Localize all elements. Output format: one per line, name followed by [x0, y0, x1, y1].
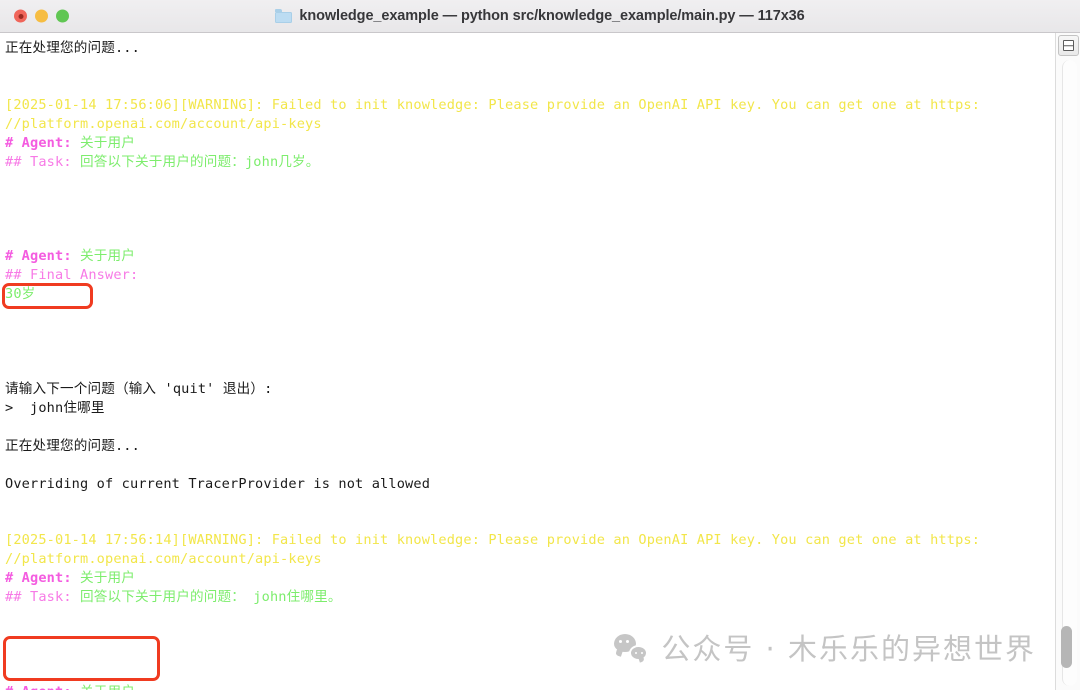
terminal-text: 回答以下关于用户的问题： john住哪里。: [80, 589, 342, 606]
terminal-line: # Agent: 关于用户: [5, 134, 1055, 153]
terminal-line: Overriding of current TracerProvider is …: [5, 475, 1055, 494]
title-bar: knowledge_example — python src/knowledge…: [0, 0, 1080, 33]
terminal-text: 关于用户: [80, 684, 135, 690]
terminal-text: 关于用户: [80, 248, 135, 265]
terminal-line: [2025-01-14 17:56:06][WARNING]: Failed t…: [5, 96, 1055, 115]
terminal-line: [2025-01-14 17:56:14][WARNING]: Failed t…: [5, 531, 1055, 550]
terminal-text: 关于用户: [80, 570, 135, 587]
terminal-text: 正在处理您的问题...: [5, 437, 140, 454]
terminal-line: ## Task: 回答以下关于用户的问题：john几岁。: [5, 153, 1055, 172]
folder-icon: [275, 9, 293, 23]
scrollbar-column: [1056, 33, 1080, 690]
terminal-window: knowledge_example — python src/knowledge…: [0, 0, 1080, 690]
terminal-text: 回答以下关于用户的问题：john几岁。: [80, 153, 320, 170]
split-pane-button[interactable]: [1058, 35, 1079, 56]
terminal-text: [2025-01-14 17:56:14][WARNING]: Failed t…: [5, 532, 981, 549]
terminal-lines: 正在处理您的问题... [2025-01-14 17:56:06][WARNING…: [5, 39, 1055, 690]
terminal-line: # Agent: 关于用户: [5, 683, 1055, 690]
terminal-text: # Agent:: [5, 570, 81, 587]
terminal-text: [2025-01-14 17:56:06][WARNING]: Failed t…: [5, 96, 981, 113]
window-controls: [14, 9, 69, 23]
maximize-button[interactable]: [56, 9, 69, 23]
split-pane-icon: [1063, 40, 1074, 51]
terminal-body: 正在处理您的问题... [2025-01-14 17:56:06][WARNING…: [0, 33, 1080, 690]
close-button[interactable]: [14, 9, 27, 23]
terminal-text: # Agent:: [5, 684, 80, 690]
window-title: knowledge_example — python src/knowledge…: [299, 8, 805, 24]
minimize-button[interactable]: [35, 9, 48, 23]
terminal-text: 关于用户: [80, 134, 135, 151]
terminal-text: Overriding of current TracerProvider is …: [5, 475, 431, 492]
terminal-text: ## Task:: [5, 589, 81, 606]
scrollbar-thumb[interactable]: [1061, 626, 1072, 668]
terminal-line: //platform.openai.com/account/api-keys: [5, 115, 1055, 134]
terminal-text: //platform.openai.com/account/api-keys: [5, 115, 322, 132]
terminal-text: ## Task:: [5, 153, 81, 170]
terminal-text: 请输入下一个问题（输入 'quit' 退出）:: [5, 380, 273, 397]
window-title-group: knowledge_example — python src/knowledge…: [0, 0, 1080, 32]
terminal-text: 30岁: [5, 286, 36, 303]
terminal-line: # Agent: 关于用户: [5, 569, 1055, 588]
terminal-output-pane[interactable]: 正在处理您的问题... [2025-01-14 17:56:06][WARNING…: [0, 33, 1056, 690]
terminal-line: //platform.openai.com/account/api-keys: [5, 550, 1055, 569]
terminal-line: ## Task: 回答以下关于用户的问题： john住哪里。: [5, 588, 1055, 607]
terminal-line: 30岁: [5, 285, 1055, 304]
terminal-line: 请输入下一个问题（输入 'quit' 退出）:: [5, 380, 1055, 399]
terminal-line: > john住哪里: [5, 399, 1055, 418]
terminal-line: # Agent: 关于用户: [5, 247, 1055, 266]
terminal-text: # Agent:: [5, 248, 81, 265]
terminal-line: 正在处理您的问题...: [5, 437, 1055, 456]
terminal-line: ## Final Answer:: [5, 266, 1055, 285]
terminal-text: //platform.openai.com/account/api-keys: [5, 551, 322, 568]
vertical-scrollbar[interactable]: [1061, 60, 1077, 686]
terminal-text: > john住哪里: [5, 399, 105, 416]
terminal-line: 正在处理您的问题...: [5, 39, 1055, 58]
terminal-text: # Agent:: [5, 134, 81, 151]
terminal-text: ## Final Answer:: [5, 267, 139, 284]
terminal-text: 正在处理您的问题...: [5, 40, 140, 56]
